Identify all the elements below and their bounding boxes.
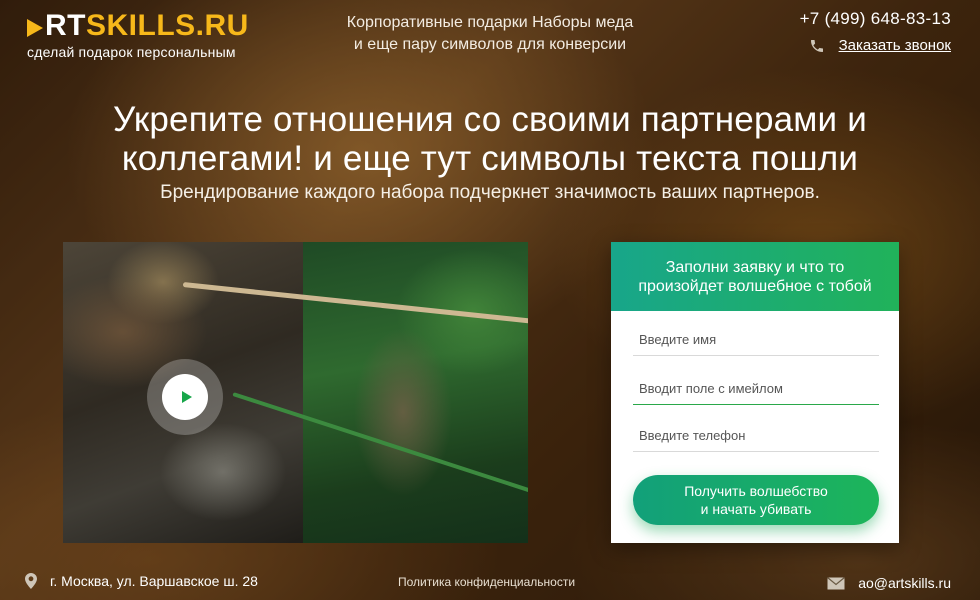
header-description: Корпоративные подарки Наборы меда и еще … — [320, 12, 660, 56]
callback-link[interactable]: Заказать звонок — [839, 37, 951, 54]
footer-address: г. Москва, ул. Варшавское ш. 28 — [25, 573, 258, 589]
logo-arrow-icon — [27, 19, 43, 37]
play-button[interactable] — [147, 359, 223, 435]
name-input[interactable] — [633, 330, 879, 356]
header-line-1: Корпоративные подарки Наборы меда — [346, 14, 634, 31]
callback-row: Заказать звонок — [800, 37, 951, 54]
email-link[interactable]: ao@artskills.ru — [858, 575, 951, 591]
video-frame-right — [303, 242, 528, 543]
submit-button[interactable]: Получить волшебство и начать убивать — [633, 475, 879, 525]
header-line-2: и еще пару символов для конверсии — [353, 36, 627, 53]
email-input[interactable] — [633, 379, 879, 405]
phone-icon — [810, 39, 823, 52]
address-text: г. Москва, ул. Варшавское ш. 28 — [50, 573, 258, 589]
hero-subtitle: Брендирование каждого набора подчеркнет … — [160, 182, 820, 203]
logo[interactable]: RT SKILLS.RU сделай подарок персональным — [27, 10, 249, 60]
video-player[interactable] — [63, 242, 528, 543]
location-pin-icon — [25, 573, 37, 589]
lead-form: Заполни заявку и что то произойдет волше… — [611, 242, 899, 543]
hero-title: Укрепите отношения со своими партнерами … — [113, 100, 867, 178]
form-header: Заполни заявку и что то произойдет волше… — [611, 242, 899, 311]
logo-tagline: сделай подарок персональным — [27, 44, 236, 60]
phone-number[interactable]: +7 (499) 648-83-13 — [800, 9, 951, 29]
header-contacts: +7 (499) 648-83-13 Заказать звонок — [800, 9, 951, 54]
mail-icon — [827, 576, 846, 589]
logo-wordmark: RT SKILLS.RU — [27, 10, 249, 42]
footer-email: ao@artskills.ru — [827, 575, 951, 591]
play-button-inner — [162, 374, 208, 420]
privacy-link[interactable]: Политика конфиденциальности — [398, 575, 575, 589]
phone-input[interactable] — [633, 426, 879, 452]
play-icon — [181, 391, 192, 403]
